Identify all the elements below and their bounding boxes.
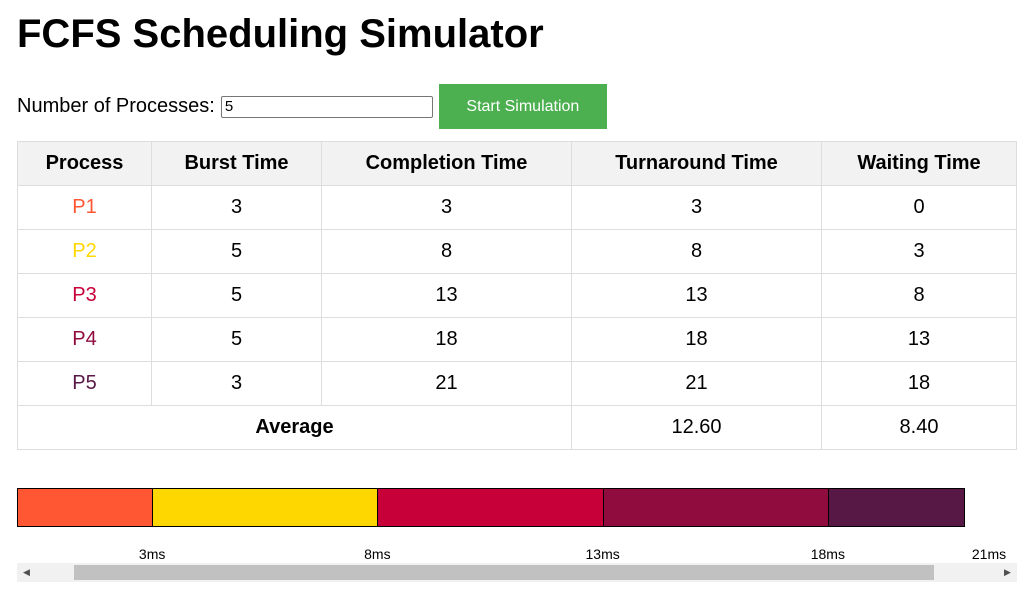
waiting-time: 0: [821, 185, 1017, 230]
waiting-time: 8: [821, 273, 1017, 318]
process-name: P4: [17, 317, 152, 362]
header-burst-time: Burst Time: [151, 141, 322, 186]
process-count-input[interactable]: [220, 95, 433, 118]
completion-time: 21: [321, 361, 572, 406]
horizontal-scrollbar[interactable]: ◀ ▶: [17, 563, 1017, 582]
header-process: Process: [17, 141, 152, 186]
waiting-time: 18: [821, 361, 1017, 406]
process-name: P1: [17, 185, 152, 230]
header-waiting-time: Waiting Time: [821, 141, 1017, 186]
burst-time: 5: [151, 229, 322, 274]
arrow-left-icon[interactable]: ◀: [17, 563, 36, 582]
arrow-right-icon[interactable]: ▶: [998, 563, 1017, 582]
process-name: P3: [17, 273, 152, 318]
burst-time: 3: [151, 185, 322, 230]
results-table: Process Burst Time Completion Time Turna…: [17, 141, 1017, 450]
average-label: Average: [17, 405, 572, 450]
gantt-segment-p5: [827, 488, 965, 527]
table-row: P3 5 13 13 8: [17, 273, 1017, 318]
gantt-tick-label: 3ms: [138, 546, 166, 562]
completion-time: 13: [321, 273, 572, 318]
table-header-row: Process Burst Time Completion Time Turna…: [17, 141, 1017, 186]
turnaround-time: 13: [571, 273, 822, 318]
page-title: FCFS Scheduling Simulator: [17, 12, 544, 56]
burst-time: 5: [151, 273, 322, 318]
gantt-segment-p1: [17, 488, 154, 527]
average-turnaround: 12.60: [571, 405, 822, 450]
table-row: P1 3 3 3 0: [17, 185, 1017, 230]
table-row: P5 3 21 21 18: [17, 361, 1017, 406]
waiting-time: 3: [821, 229, 1017, 274]
turnaround-time: 18: [571, 317, 822, 362]
controls-bar: Number of Processes: Start Simulation: [17, 84, 607, 129]
scrollbar-thumb[interactable]: [74, 565, 934, 580]
turnaround-time: 3: [571, 185, 822, 230]
header-completion-time: Completion Time: [321, 141, 572, 186]
process-name: P5: [17, 361, 152, 406]
burst-time: 3: [151, 361, 322, 406]
burst-time: 5: [151, 317, 322, 362]
completion-time: 8: [321, 229, 572, 274]
turnaround-time: 8: [571, 229, 822, 274]
start-simulation-button[interactable]: Start Simulation: [438, 84, 607, 129]
gantt-segment-p4: [602, 488, 829, 527]
gantt-chart: [17, 488, 965, 527]
completion-time: 18: [321, 317, 572, 362]
table-row: P4 5 18 18 13: [17, 317, 1017, 362]
completion-time: 3: [321, 185, 572, 230]
gantt-segment-p2: [152, 488, 379, 527]
gantt-tick-label: 8ms: [364, 546, 391, 562]
gantt-tick-label: 13ms: [585, 546, 620, 562]
header-turnaround-time: Turnaround Time: [571, 141, 822, 186]
process-count-label: Number of Processes:: [17, 95, 215, 117]
process-name: P2: [17, 229, 152, 274]
gantt-tick-label: 21ms: [971, 546, 1007, 562]
gantt-segment-p3: [377, 488, 604, 527]
average-waiting: 8.40: [821, 405, 1017, 450]
table-row: P2 5 8 8 3: [17, 229, 1017, 274]
turnaround-time: 21: [571, 361, 822, 406]
gantt-tick-label: 18ms: [810, 546, 845, 562]
average-row: Average 12.60 8.40: [17, 405, 1017, 450]
waiting-time: 13: [821, 317, 1017, 362]
